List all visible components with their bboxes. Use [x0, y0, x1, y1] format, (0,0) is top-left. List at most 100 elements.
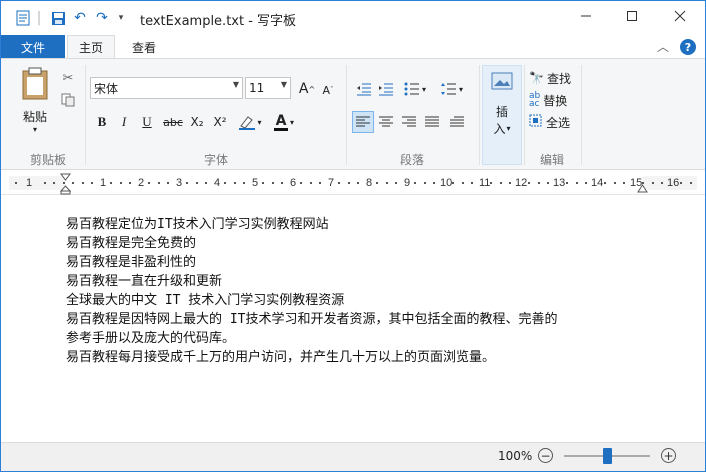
ruler-tick-label: 1 — [26, 177, 33, 189]
align-right-icon[interactable] — [399, 112, 419, 132]
justify-icon[interactable] — [422, 112, 442, 132]
clipboard-group-label: 剪贴板 — [29, 153, 66, 167]
insert-label-top: 插 — [495, 105, 508, 119]
ruler-dot — [338, 182, 340, 184]
ruler-tick-label: 3 — [176, 177, 183, 189]
minimize-button[interactable] — [563, 1, 609, 35]
align-left-icon[interactable] — [352, 111, 374, 133]
ruler[interactable]: 1 1 2 3 4 5 6 7 8 9 10 11 12 13 14 15 16 — [1, 171, 705, 195]
select-all-button[interactable]: 全选 — [529, 113, 577, 131]
close-button[interactable] — [655, 1, 705, 35]
save-icon[interactable] — [48, 9, 68, 27]
wordpad-app-icon[interactable] — [13, 9, 33, 27]
zoom-in-button[interactable]: + — [661, 448, 676, 463]
insert-label-bottom: 入 — [493, 122, 506, 136]
ruler-dot — [537, 182, 540, 184]
group-divider — [85, 65, 86, 165]
ruler-dot — [680, 182, 682, 184]
ruler-dot — [186, 182, 188, 184]
tab-view[interactable]: 查看 — [119, 35, 169, 59]
copy-icon[interactable] — [59, 91, 77, 109]
right-indent-marker-icon[interactable] — [637, 183, 648, 197]
underline-button[interactable]: U — [138, 112, 156, 132]
window-title: textExample.txt - 写字板 — [140, 14, 297, 29]
italic-button[interactable]: I — [115, 112, 133, 132]
paragraph-settings-icon[interactable] — [447, 112, 467, 132]
font-family-select[interactable]: 宋体 ▼ — [90, 77, 243, 99]
strikethrough-button[interactable]: abc — [161, 112, 185, 132]
document-line[interactable]: 全球最大的中文 IT 技术入门学习实例教程资源 — [66, 289, 344, 308]
bold-button[interactable]: B — [93, 112, 111, 132]
ruler-dot — [357, 182, 359, 184]
document-line[interactable]: 易百教程是完全免费的 — [66, 232, 196, 251]
cut-icon[interactable]: ✂ — [59, 69, 77, 87]
redo-icon[interactable]: ↷ — [93, 9, 111, 27]
ruler-dot — [376, 182, 378, 184]
ruler-dot — [157, 182, 160, 184]
undo-icon[interactable]: ↶ — [71, 9, 89, 27]
font-color-letter: A — [275, 112, 287, 129]
select-all-label: 全选 — [546, 115, 571, 130]
document-line[interactable]: 易百教程是非盈利性的 — [66, 251, 196, 270]
ruler-dot — [43, 182, 46, 184]
customize-qat-icon[interactable]: ▾ — [114, 9, 128, 27]
superscript-button[interactable]: X² — [210, 112, 230, 132]
ruler-tick-label: 1 — [100, 177, 107, 189]
ruler-dot — [395, 182, 397, 184]
ribbon: 粘贴 ▾ ✂ 剪贴板 宋体 ▼ 11 ▼ A ^ Aˇ B I U abc X₂ … — [1, 58, 705, 170]
zoom-slider-thumb[interactable] — [603, 448, 612, 464]
shrink-font-icon[interactable]: Aˇ — [319, 80, 337, 100]
ruler-dot — [499, 182, 502, 184]
increase-indent-icon[interactable] — [376, 79, 396, 99]
document-line[interactable]: 易百教程是因特网上最大的 IT技术学习和开发者资源，其中包括全面的教程、完善的 — [66, 308, 557, 327]
group-divider — [479, 65, 480, 165]
bullet-list-icon[interactable]: ▾ — [400, 79, 430, 99]
highlight-color-icon[interactable]: ▾ — [235, 112, 265, 132]
ruler-dot — [604, 182, 606, 184]
ruler-tick-label: 16 — [667, 177, 680, 189]
maximize-button[interactable] — [609, 1, 655, 35]
decrease-indent-icon[interactable] — [354, 79, 374, 99]
zoom-out-button[interactable]: − — [538, 448, 553, 463]
ruler-dot — [110, 182, 112, 184]
subscript-button[interactable]: X₂ — [187, 112, 207, 132]
font-color-button[interactable]: A ▾ — [269, 111, 299, 133]
find-button[interactable]: 🔭 查找 — [529, 69, 577, 87]
ruler-dot — [53, 182, 55, 184]
replace-button[interactable]: ab ac 替换 — [529, 91, 577, 109]
help-icon[interactable]: ? — [680, 39, 696, 55]
title-bar: | ↶ ↷ ▾ textExample.txt - 写字板 — [1, 1, 705, 35]
ruler-tick-label: 10 — [440, 177, 453, 189]
ruler-dot — [566, 182, 568, 184]
left-indent-marker-icon[interactable] — [59, 173, 72, 198]
font-size-select[interactable]: 11 ▼ — [245, 77, 291, 99]
ruler-dot — [661, 182, 663, 184]
select-all-icon — [529, 114, 542, 130]
document-line[interactable]: 易百教程定位为IT技术入门学习实例教程网站 — [66, 213, 329, 232]
insert-button[interactable]: 插 入 ▾ — [482, 65, 522, 165]
document-area[interactable]: 易百教程定位为IT技术入门学习实例教程网站 易百教程是完全免费的 易百教程是非盈利性… — [1, 196, 705, 441]
tab-home[interactable]: 主页 — [67, 35, 115, 59]
ruler-dot — [148, 182, 150, 184]
tab-file[interactable]: 文件 — [1, 35, 65, 59]
maximize-icon — [626, 10, 638, 26]
document-line[interactable]: 易百教程每月接受成千上万的用户访问，并产生几十万以上的页面浏览量。 — [66, 346, 495, 365]
paste-button[interactable]: 粘贴 ▾ — [15, 67, 55, 143]
ruler-dot — [528, 182, 530, 184]
ruler-dot — [433, 182, 435, 184]
document-line[interactable]: 易百教程一直在升级和更新 — [66, 270, 222, 289]
chevron-down-icon: ▼ — [280, 80, 287, 89]
collapse-ribbon-icon[interactable]: ︿ — [657, 38, 669, 55]
minimize-icon — [580, 10, 592, 26]
document-line[interactable]: 参考手册以及庞大的代码库。 — [66, 327, 235, 346]
replace-label: 替换 — [543, 93, 568, 108]
ruler-dot — [651, 182, 654, 184]
ruler-tick-label: 14 — [591, 177, 604, 189]
ruler-tick-label: 9 — [404, 177, 411, 189]
line-spacing-icon[interactable]: ▾ — [437, 79, 467, 99]
align-center-icon[interactable] — [376, 112, 396, 132]
ruler-tick-label: 4 — [214, 177, 221, 189]
grow-font-icon[interactable]: A ^ — [297, 79, 317, 99]
font-family-value: 宋体 — [94, 81, 119, 96]
ruler-tick-label: 2 — [138, 177, 145, 189]
